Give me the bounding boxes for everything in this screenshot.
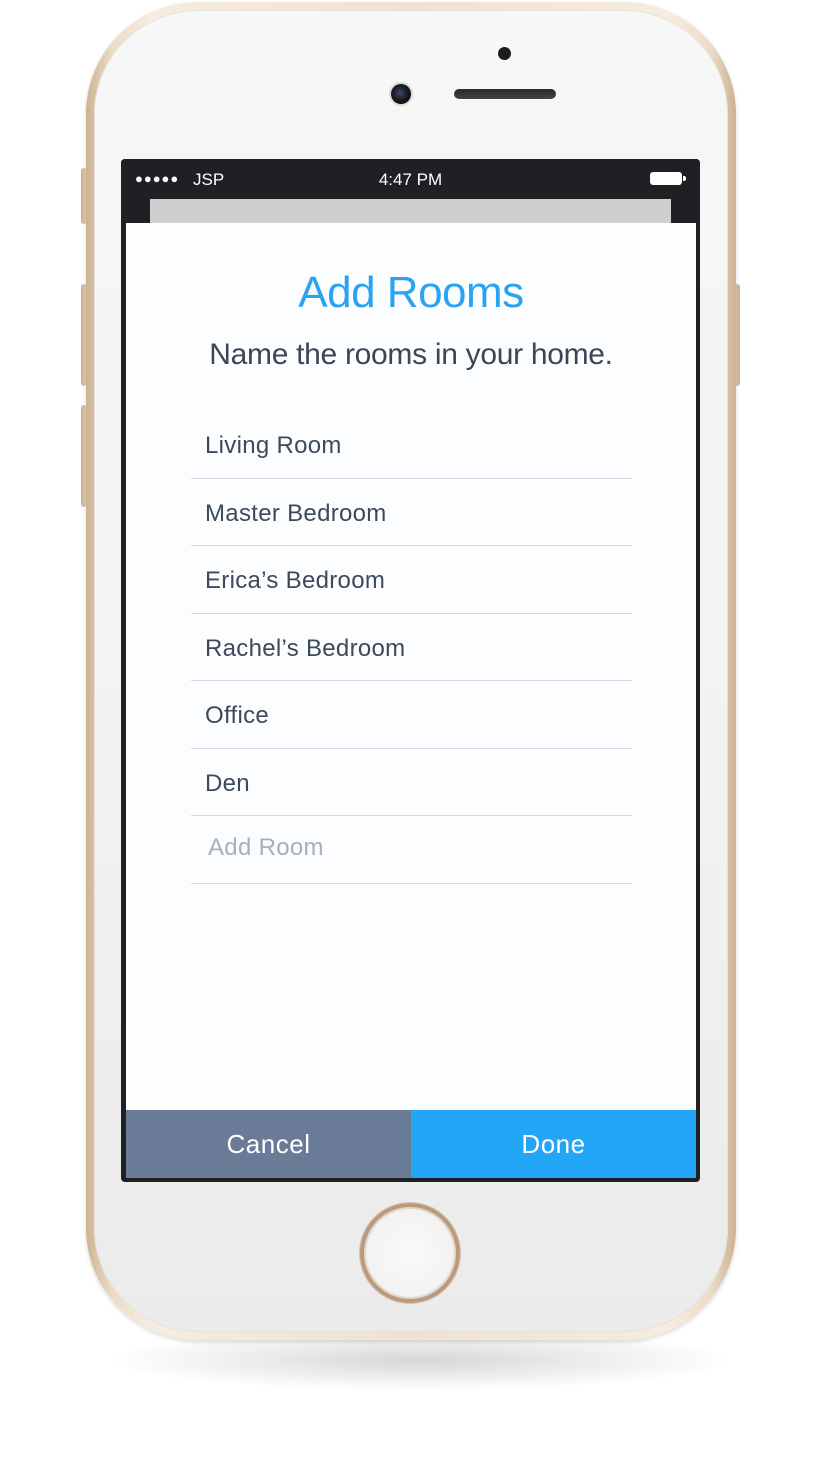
page-subtitle: Name the rooms in your home. [209,338,613,371]
room-list-item[interactable]: Rachel’s Bedroom [191,614,632,681]
room-name[interactable]: Office [205,702,269,730]
room-name[interactable]: Den [205,770,250,798]
room-list: Living Room Master Bedroom Erica’s Bedro… [191,411,632,884]
room-name[interactable]: Master Bedroom [205,500,387,528]
add-rooms-sheet: Add Rooms Name the rooms in your home. L… [126,223,696,1178]
room-name[interactable]: Rachel’s Bedroom [205,635,405,663]
room-name[interactable]: Living Room [205,432,342,460]
device-mockup: ●●●●● JSP 4:47 PM Add Rooms Name the roo… [0,0,840,1475]
page-title: Add Rooms [298,268,524,317]
home-button[interactable] [360,1203,460,1303]
room-list-item[interactable]: Office [191,681,632,749]
add-room-input[interactable] [205,830,628,866]
done-button[interactable]: Done [411,1110,696,1178]
status-time: 4:47 PM [378,170,443,189]
status-bar: ●●●●● JSP 4:47 PM [121,159,700,199]
proximity-sensor [498,47,511,60]
add-room-row [191,816,632,884]
earpiece-speaker [454,89,556,99]
front-camera-icon [391,84,411,104]
action-bar: Cancel Done [126,1110,696,1178]
room-name[interactable]: Erica’s Bedroom [205,567,385,595]
room-list-item[interactable]: Erica’s Bedroom [191,546,632,614]
cancel-button[interactable]: Cancel [126,1110,411,1178]
room-list-item[interactable]: Den [191,749,632,816]
battery-icon [650,172,686,185]
room-list-item[interactable]: Master Bedroom [191,479,632,546]
room-list-item[interactable]: Living Room [191,411,632,479]
phone-screen: ●●●●● JSP 4:47 PM Add Rooms Name the roo… [121,159,700,1182]
